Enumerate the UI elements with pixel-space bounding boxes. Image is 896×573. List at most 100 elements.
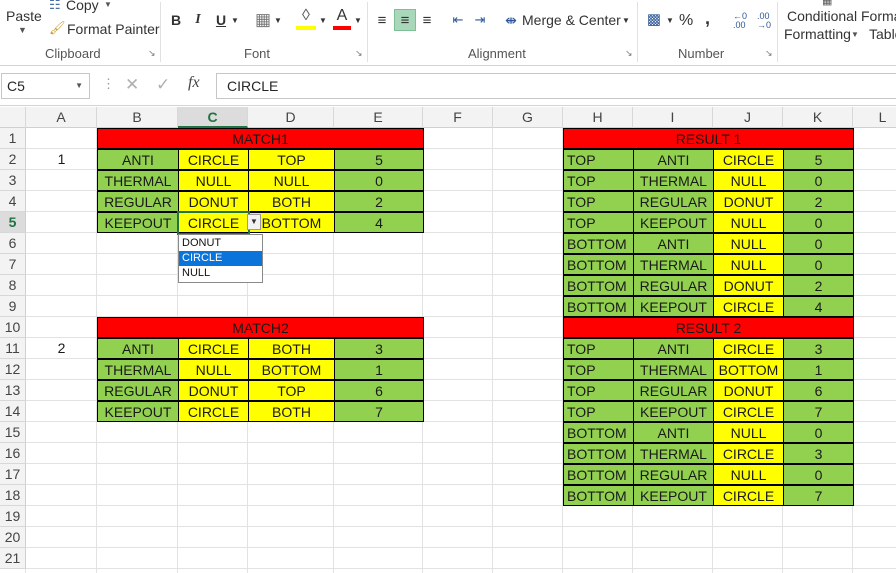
match2-cell[interactable]: KEEPOUT xyxy=(97,401,179,422)
result1-header[interactable]: RESULT 1 xyxy=(563,128,854,149)
font-launcher-icon[interactable]: ↘ xyxy=(355,48,363,59)
match2-cell[interactable]: BOTH xyxy=(248,338,335,359)
underline-dropdown-icon[interactable]: ▼ xyxy=(230,12,240,28)
match2-cell[interactable]: CIRCLE xyxy=(178,338,249,359)
result1-cell[interactable]: KEEPOUT xyxy=(633,212,714,233)
result1-cell[interactable]: 0 xyxy=(783,254,854,275)
result1-cell[interactable]: NULL xyxy=(713,212,784,233)
row-header-4[interactable]: 4 xyxy=(0,191,26,212)
result1-cell[interactable]: 0 xyxy=(783,212,854,233)
match1-cell[interactable]: NULL xyxy=(178,170,249,191)
result1-cell[interactable]: 5 xyxy=(783,149,854,170)
bold-button[interactable]: B xyxy=(167,10,185,30)
row-header-11[interactable]: 11 xyxy=(0,338,26,359)
result1-cell[interactable]: TOP xyxy=(563,191,634,212)
match1-cell[interactable]: 4 xyxy=(334,212,424,233)
align-left-icon[interactable]: ≡ xyxy=(373,9,391,31)
result1-cell[interactable]: TOP xyxy=(563,149,634,170)
result2-cell[interactable]: CIRCLE xyxy=(713,401,784,422)
result2-cell[interactable]: TOP xyxy=(563,401,634,422)
match1-cell[interactable]: CIRCLE xyxy=(178,212,249,233)
column-header-h[interactable]: H xyxy=(563,107,633,128)
number-launcher-icon[interactable]: ↘ xyxy=(765,48,773,59)
copy-button[interactable]: Copy xyxy=(66,0,99,13)
paste-dropdown-icon[interactable]: ▼ xyxy=(18,25,27,35)
result2-cell[interactable]: REGULAR xyxy=(633,464,714,485)
result2-cell[interactable]: ANTI xyxy=(633,422,714,443)
italic-button[interactable]: I xyxy=(190,10,206,30)
row-header-5[interactable]: 5 xyxy=(0,212,26,233)
borders-dropdown-icon[interactable]: ▼ xyxy=(273,12,283,28)
select-all-corner[interactable] xyxy=(0,107,26,128)
result2-cell[interactable]: 6 xyxy=(783,380,854,401)
match2-cell[interactable]: 3 xyxy=(334,338,424,359)
column-header-k[interactable]: K xyxy=(783,107,853,128)
row-header-2[interactable]: 2 xyxy=(0,149,26,170)
insert-function-icon[interactable]: fx xyxy=(188,74,200,92)
increase-decimal-icon[interactable]: ←0.00 xyxy=(733,12,747,30)
column-header-c[interactable]: C xyxy=(178,107,248,128)
match1-cell[interactable]: 2 xyxy=(334,191,424,212)
result1-cell[interactable]: REGULAR xyxy=(633,275,714,296)
match2-cell[interactable]: BOTH xyxy=(248,401,335,422)
dropdown-option[interactable]: CIRCLE xyxy=(179,251,262,266)
match2-header[interactable]: MATCH2 xyxy=(97,317,424,338)
cell-a2[interactable]: 1 xyxy=(26,149,97,170)
format-as-table-button[interactable]: Forma xyxy=(861,8,896,24)
result1-cell[interactable]: NULL xyxy=(713,170,784,191)
result1-cell[interactable]: BOTTOM xyxy=(563,275,634,296)
merge-center-button[interactable]: Merge & Center xyxy=(522,12,621,28)
align-right-icon[interactable]: ≡ xyxy=(418,9,436,31)
column-header-f[interactable]: F xyxy=(423,107,493,128)
row-header-6[interactable]: 6 xyxy=(0,233,26,254)
result1-cell[interactable]: BOTTOM xyxy=(563,254,634,275)
row-header-14[interactable]: 14 xyxy=(0,401,26,422)
result1-cell[interactable]: CIRCLE xyxy=(713,296,784,317)
align-center-icon[interactable]: ≡ xyxy=(394,9,416,31)
result1-cell[interactable]: CIRCLE xyxy=(713,149,784,170)
cell-a11[interactable]: 2 xyxy=(26,338,97,359)
clipboard-launcher-icon[interactable]: ↘ xyxy=(148,48,156,59)
row-header-8[interactable]: 8 xyxy=(0,275,26,296)
result1-cell[interactable]: ANTI xyxy=(633,233,714,254)
dropdown-option[interactable]: DONUT xyxy=(179,236,262,251)
row-header-12[interactable]: 12 xyxy=(0,359,26,380)
match1-header[interactable]: MATCH1 xyxy=(97,128,424,149)
row-header-15[interactable]: 15 xyxy=(0,422,26,443)
row-header-1[interactable]: 1 xyxy=(0,128,26,149)
paste-button[interactable]: Paste xyxy=(6,8,42,24)
match2-cell[interactable]: CIRCLE xyxy=(178,401,249,422)
result2-cell[interactable]: BOTTOM xyxy=(563,443,634,464)
result1-cell[interactable]: 2 xyxy=(783,275,854,296)
match2-cell[interactable]: REGULAR xyxy=(97,380,179,401)
result2-cell[interactable]: DONUT xyxy=(713,380,784,401)
row-header-16[interactable]: 16 xyxy=(0,443,26,464)
match1-cell[interactable]: DONUT xyxy=(178,191,249,212)
column-header-d[interactable]: D xyxy=(248,107,334,128)
font-color-icon[interactable]: A xyxy=(333,6,351,30)
match1-cell[interactable]: 5 xyxy=(334,149,424,170)
result1-cell[interactable]: TOP xyxy=(563,170,634,191)
result2-cell[interactable]: 0 xyxy=(783,464,854,485)
row-header-20[interactable]: 20 xyxy=(0,527,26,548)
cancel-entry-icon[interactable]: ✕ xyxy=(125,75,139,95)
row-header-17[interactable]: 17 xyxy=(0,464,26,485)
row-header-13[interactable]: 13 xyxy=(0,380,26,401)
match2-cell[interactable]: ANTI xyxy=(97,338,179,359)
result1-cell[interactable]: KEEPOUT xyxy=(633,296,714,317)
match1-cell[interactable]: REGULAR xyxy=(97,191,179,212)
column-header-j[interactable]: J xyxy=(713,107,783,128)
result1-cell[interactable]: DONUT xyxy=(713,275,784,296)
result1-cell[interactable]: TOP xyxy=(563,212,634,233)
match2-cell[interactable]: 6 xyxy=(334,380,424,401)
name-box[interactable]: C5 ▼ xyxy=(1,73,90,99)
result1-cell[interactable]: ANTI xyxy=(633,149,714,170)
result2-cell[interactable]: THERMAL xyxy=(633,443,714,464)
match1-cell[interactable]: TOP xyxy=(248,149,335,170)
result2-cell[interactable]: THERMAL xyxy=(633,359,714,380)
percent-style-button[interactable]: % xyxy=(679,12,693,30)
result1-cell[interactable]: REGULAR xyxy=(633,191,714,212)
result1-cell[interactable]: 0 xyxy=(783,233,854,254)
dropdown-option[interactable]: NULL xyxy=(179,266,262,281)
row-header-7[interactable]: 7 xyxy=(0,254,26,275)
